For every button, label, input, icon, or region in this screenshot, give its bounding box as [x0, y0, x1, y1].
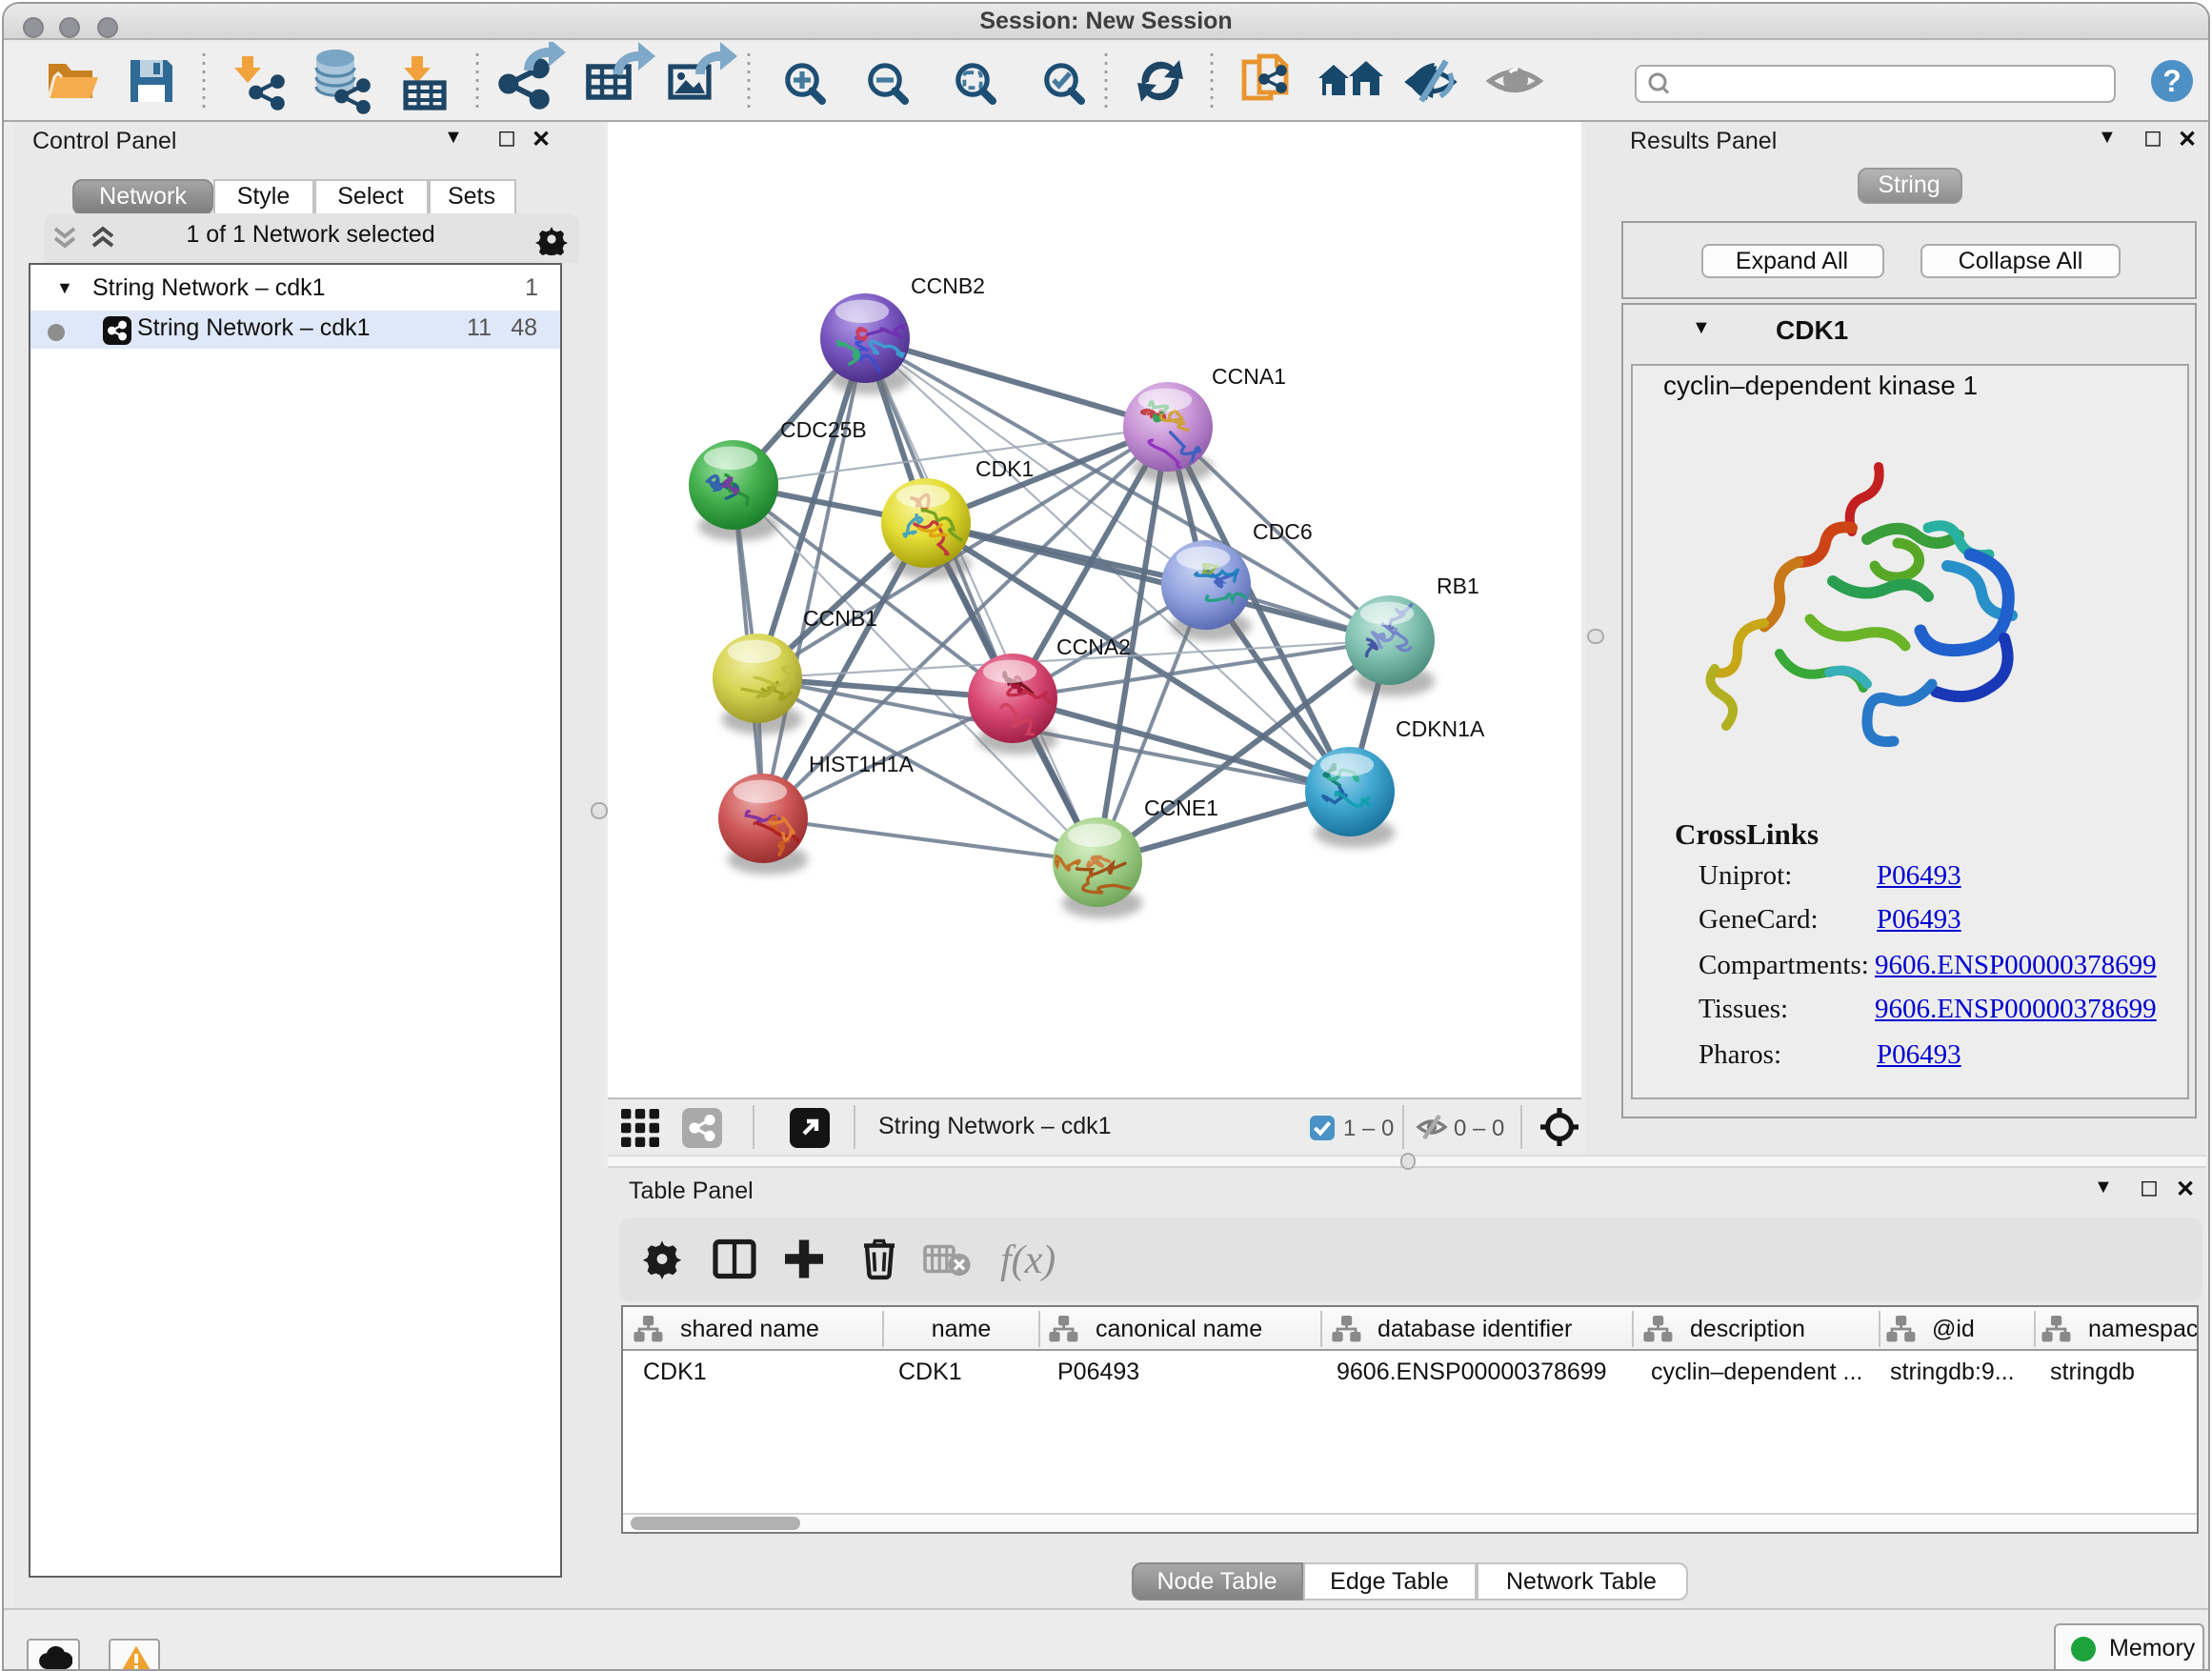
svg-text:CDC25B: CDC25B [780, 417, 867, 442]
svg-text:?: ? [2162, 64, 2182, 98]
svg-text:description: description [1690, 1316, 1805, 1342]
svg-text:RB1: RB1 [1437, 574, 1479, 598]
svg-text:CCNB2: CCNB2 [911, 273, 985, 298]
svg-text:CCNA1: CCNA1 [1212, 364, 1286, 389]
svg-text:database identifier: database identifier [1377, 1316, 1572, 1342]
svg-text:shared name: shared name [680, 1316, 819, 1342]
svg-text:CCNA2: CCNA2 [1056, 634, 1131, 659]
svg-text:CDC6: CDC6 [1253, 519, 1313, 544]
svg-text:@id: @id [1932, 1316, 1975, 1342]
svg-text:name: name [932, 1316, 992, 1342]
svg-text:CCNB1: CCNB1 [803, 606, 877, 631]
svg-text:namespace: namespace [2088, 1316, 2197, 1342]
svg-text:canonical name: canonical name [1096, 1316, 1262, 1342]
svg-text:f(x): f(x) [999, 1238, 1055, 1282]
svg-text:CCNE1: CCNE1 [1144, 795, 1218, 820]
svg-text:CDK1: CDK1 [975, 456, 1034, 481]
svg-text:CDKN1A: CDKN1A [1396, 716, 1485, 741]
svg-text:HIST1H1A: HIST1H1A [809, 752, 915, 776]
